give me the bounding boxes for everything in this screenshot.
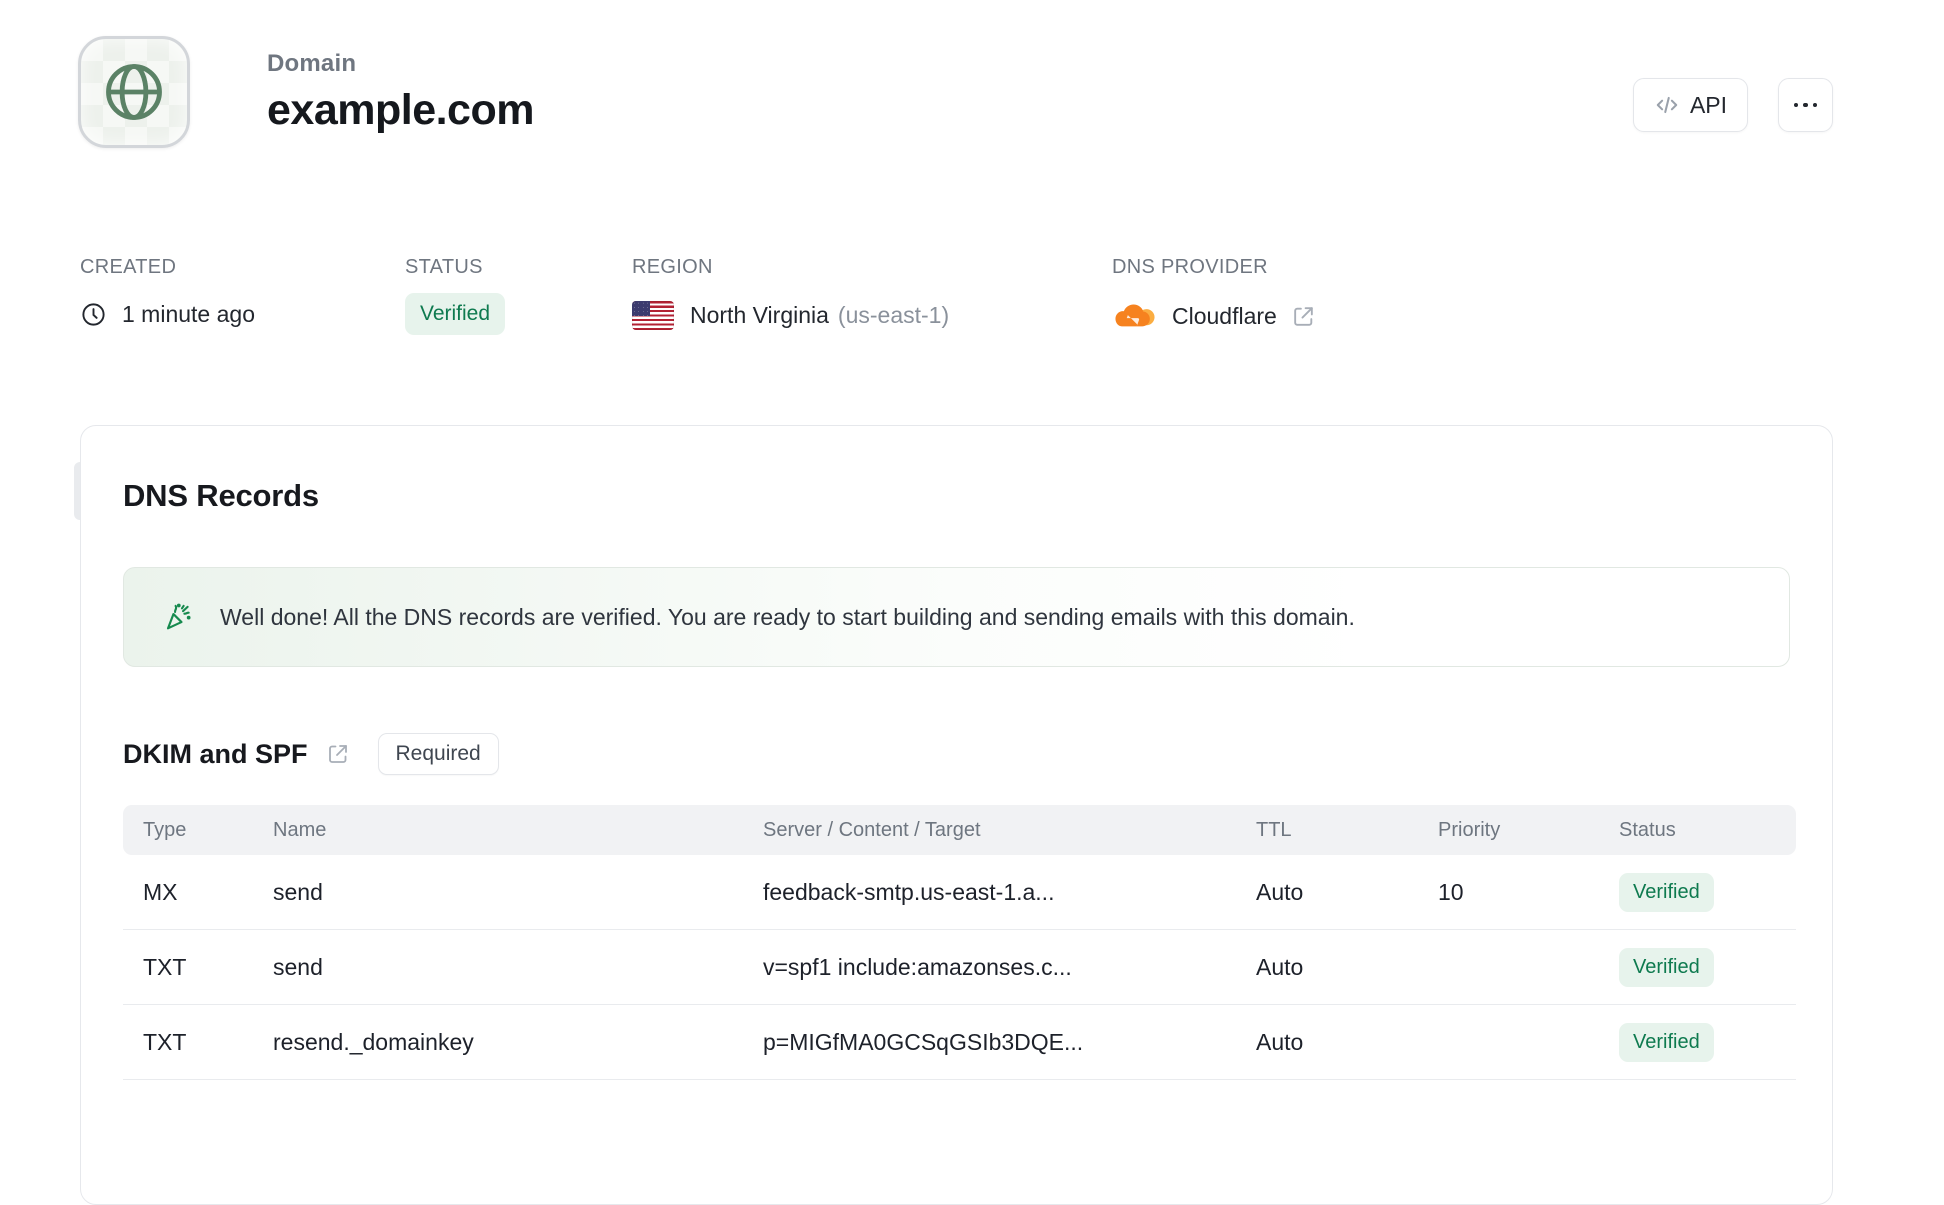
dns-records-card: DNS Records Well done! All the DNS recor…	[80, 425, 1833, 1205]
table-header-row: Type Name Server / Content / Target TTL …	[123, 805, 1796, 855]
cell-name: send	[273, 953, 323, 980]
domain-eyebrow: Domain	[267, 49, 357, 77]
meta-dns-provider: DNS PROVIDER Cloudflare	[1112, 256, 1316, 335]
globe-icon	[106, 64, 162, 120]
cell-status: Verified	[1599, 947, 1796, 987]
cell-status: Verified	[1599, 1022, 1796, 1062]
table-row[interactable]: TXT resend._domainkey p=MIGfMA0GCSqGSIb3…	[123, 1005, 1796, 1080]
party-popper-icon	[166, 603, 191, 630]
code-icon	[1656, 96, 1678, 114]
dkim-spf-section-header: DKIM and SPF Required	[123, 733, 1790, 775]
api-button-label: API	[1689, 91, 1728, 118]
ellipsis-icon	[1793, 102, 1799, 108]
dns-records-table: Type Name Server / Content / Target TTL …	[123, 805, 1796, 1080]
external-link-icon[interactable]	[326, 742, 350, 766]
col-header-content: Server / Content / Target	[763, 818, 981, 841]
domain-header: Domain example.com	[78, 36, 534, 148]
cell-ttl: Auto	[1256, 953, 1304, 980]
cell-name: send	[273, 878, 323, 905]
success-banner: Well done! All the DNS records are verif…	[123, 567, 1790, 667]
cell-content: feedback-smtp.us-east-1.a...	[763, 878, 1055, 905]
domain-avatar	[78, 36, 190, 148]
dns-records-title: DNS Records	[123, 478, 319, 513]
meta-region: REGION North Virginia (us-east-1)	[632, 256, 1112, 335]
external-link-icon[interactable]	[1291, 304, 1316, 329]
domain-meta-row: CREATED 1 minute ago STATUS Verified REG…	[80, 256, 1316, 335]
cell-type: TXT	[143, 953, 187, 980]
dkim-spf-title: DKIM and SPF	[123, 738, 308, 769]
cell-content: p=MIGfMA0GCSqGSIb3DQE...	[763, 1028, 1084, 1055]
api-button[interactable]: API	[1633, 78, 1748, 132]
header-actions: API	[1633, 78, 1833, 132]
cloudflare-icon	[1115, 304, 1155, 327]
region-value: North Virginia	[690, 302, 829, 328]
cell-content: v=spf1 include:amazonses.c...	[763, 953, 1072, 980]
created-label: CREATED	[80, 256, 177, 278]
cell-type: MX	[143, 878, 178, 905]
col-header-name: Name	[273, 818, 327, 841]
cell-type: TXT	[143, 1028, 187, 1055]
status-label: STATUS	[405, 256, 483, 278]
clock-icon	[82, 303, 105, 326]
cell-name: resend._domainkey	[273, 1028, 474, 1055]
status-badge: Verified	[405, 293, 506, 335]
cell-priority: 10	[1438, 878, 1464, 905]
region-code: (us-east-1)	[837, 302, 950, 328]
cell-status: Verified	[1599, 872, 1796, 912]
cell-ttl: Auto	[1256, 1028, 1304, 1055]
region-label: REGION	[632, 256, 713, 278]
verified-badge: Verified	[1619, 872, 1714, 912]
col-header-type: Type	[143, 818, 187, 841]
us-flag-icon	[632, 301, 674, 330]
table-body: MX send feedback-smtp.us-east-1.a... Aut…	[123, 855, 1796, 1080]
created-value: 1 minute ago	[122, 301, 255, 327]
required-badge: Required	[377, 733, 499, 775]
more-options-button[interactable]	[1778, 78, 1833, 132]
table-row[interactable]: MX send feedback-smtp.us-east-1.a... Aut…	[123, 855, 1796, 930]
dns-provider-value: Cloudflare	[1172, 302, 1277, 329]
meta-status: STATUS Verified	[405, 256, 632, 335]
success-banner-text: Well done! All the DNS records are verif…	[220, 603, 1355, 630]
meta-created: CREATED 1 minute ago	[80, 256, 405, 335]
col-header-ttl: TTL	[1256, 818, 1292, 841]
verified-badge: Verified	[1619, 947, 1714, 987]
col-header-status: Status	[1619, 818, 1676, 841]
verified-badge: Verified	[1619, 1022, 1714, 1062]
table-row[interactable]: TXT send v=spf1 include:amazonses.c... A…	[123, 930, 1796, 1005]
col-header-priority: Priority	[1438, 818, 1501, 841]
page-title: example.com	[267, 85, 534, 134]
cell-ttl: Auto	[1256, 878, 1304, 905]
dns-provider-label: DNS PROVIDER	[1112, 256, 1268, 278]
